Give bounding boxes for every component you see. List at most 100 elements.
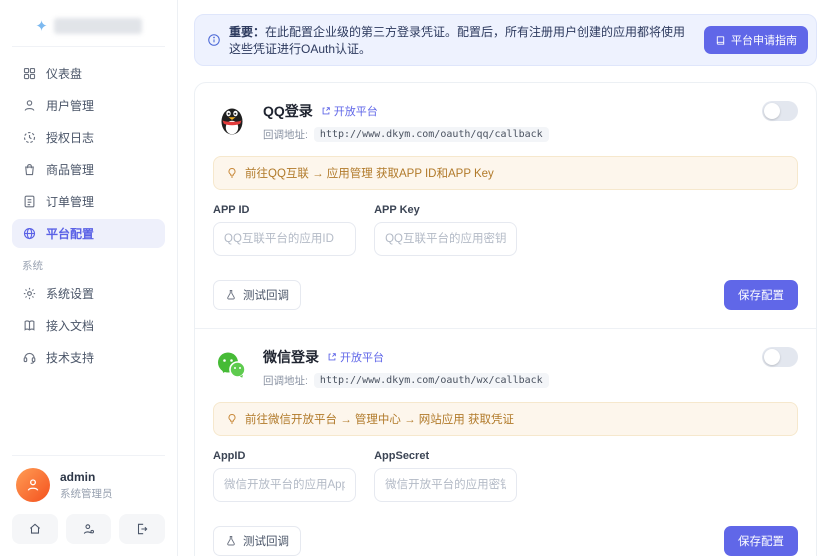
sidebar-item-label: 技术支持: [46, 351, 95, 365]
user-name: admin: [60, 469, 96, 484]
sidebar-item-label: 授权日志: [46, 131, 95, 145]
callback-url: http://www.dkym.com/oauth/wx/callback: [313, 373, 549, 388]
platform-config-icon: [23, 227, 36, 240]
open-platform-label: 开放平台: [333, 106, 378, 118]
wechat-icon: [213, 347, 251, 385]
user-card: admin 系统管理员: [12, 468, 165, 514]
flask-icon: [227, 290, 235, 300]
logout-button[interactable]: [119, 514, 166, 544]
tip-text: 前往QQ互联 → 应用管理 获取APP ID和APP Key: [245, 168, 494, 180]
banner-text: 重要：在此配置企业级的第三方登录凭证。配置后，所有注册用户创建的应用都将使用这些…: [229, 23, 696, 57]
external-link-icon: [322, 107, 330, 115]
section-title: QQ登录: [263, 103, 313, 119]
sidebar-footer-buttons: [12, 514, 166, 544]
auth-log-icon: [23, 131, 36, 144]
nav-section-label: 系统: [22, 260, 43, 272]
info-icon: [208, 34, 220, 46]
home-button[interactable]: [12, 514, 58, 544]
sidebar: ✦ 仪表盘 用户管理 授权日志 商品管理 订单管理 平台配置 系统 系统设置 接…: [0, 0, 178, 556]
toggle-knob: [764, 103, 780, 119]
orders-icon: [24, 195, 35, 208]
logo-text-redacted: [53, 18, 142, 34]
appid-input[interactable]: [213, 468, 357, 502]
wechat-enable-toggle[interactable]: [762, 347, 798, 367]
sidebar-item-label: 订单管理: [46, 195, 95, 209]
flask-icon: [227, 536, 235, 546]
qq-tip-box: 前往QQ互联 → 应用管理 获取APP ID和APP Key: [213, 156, 798, 190]
test-callback-button[interactable]: 测试回调: [213, 526, 301, 556]
test-callback-button[interactable]: 测试回调: [213, 280, 301, 310]
callback-label: 回调地址:: [263, 129, 308, 141]
sidebar-item-auth-log[interactable]: 授权日志: [12, 123, 165, 152]
sidebar-item-label: 仪表盘: [46, 67, 83, 81]
qq-penguin-icon: [213, 101, 251, 139]
banner-message: 在此配置企业级的第三方登录凭证。配置后，所有注册用户创建的应用都将使用这些凭证进…: [229, 25, 686, 56]
products-icon: [25, 163, 34, 176]
callback-url: http://www.dkym.com/oauth/qq/callback: [313, 127, 549, 142]
login-config-card: QQ登录 开放平台 回调地址: http://www.dkym.com/oaut…: [194, 82, 817, 556]
toggle-knob: [764, 349, 780, 365]
sidebar-item-label: 接入文档: [46, 319, 95, 333]
sidebar-item-dashboard[interactable]: 仪表盘: [12, 59, 165, 88]
support-icon: [23, 352, 36, 364]
open-platform-link[interactable]: 开放平台: [327, 349, 384, 365]
external-link-icon: [328, 353, 336, 361]
user-block: admin 系统管理员: [12, 455, 166, 544]
sidebar-item-docs[interactable]: 接入文档: [12, 311, 165, 340]
lightbulb-icon: [228, 167, 236, 178]
sidebar-item-label: 商品管理: [46, 163, 95, 177]
test-callback-label: 测试回调: [243, 290, 289, 302]
sidebar-item-support[interactable]: 技术支持: [12, 343, 165, 372]
app-id-input[interactable]: [213, 222, 357, 256]
user-gear-icon: [83, 524, 94, 534]
sidebar-nav: 仪表盘 用户管理 授权日志 商品管理 订单管理 平台配置 系统 系统设置 接入文…: [12, 59, 165, 375]
app-key-input[interactable]: [374, 222, 518, 256]
field-label: APP ID: [213, 204, 250, 216]
settings-icon: [23, 287, 36, 300]
qq-login-section: QQ登录 开放平台 回调地址: http://www.dkym.com/oaut…: [195, 83, 816, 328]
sidebar-item-products[interactable]: 商品管理: [12, 155, 165, 184]
open-platform-label: 开放平台: [340, 352, 384, 364]
user-role: 系统管理员: [60, 487, 113, 500]
sidebar-item-label: 系统设置: [46, 287, 95, 301]
platform-guide-label: 平台申请指南: [731, 35, 797, 47]
appsecret-input[interactable]: [374, 468, 518, 502]
section-title: 微信登录: [263, 349, 319, 365]
field-appsecret: AppSecret: [374, 450, 518, 502]
field-label: AppSecret: [374, 450, 430, 462]
user-avatar-icon: [27, 479, 39, 491]
field-label: AppID: [213, 450, 246, 462]
save-config-button[interactable]: 保存配置: [724, 526, 798, 556]
profile-button[interactable]: [65, 514, 112, 544]
open-platform-link[interactable]: 开放平台: [321, 103, 378, 119]
wechat-login-section: 微信登录 开放平台 回调地址: http://www.dkym.com/oaut…: [195, 328, 816, 556]
sidebar-item-orders[interactable]: 订单管理: [12, 187, 165, 216]
qq-enable-toggle[interactable]: [762, 101, 798, 121]
lightbulb-icon: [228, 413, 236, 424]
guide-book-icon: [716, 35, 725, 45]
field-app-key: APP Key: [374, 204, 518, 256]
sidebar-item-label: 用户管理: [46, 99, 95, 113]
important-banner: 重要：在此配置企业级的第三方登录凭证。配置后，所有注册用户创建的应用都将使用这些…: [194, 14, 817, 66]
save-config-button[interactable]: 保存配置: [724, 280, 798, 310]
logo: ✦: [12, 14, 165, 47]
field-app-id: APP ID: [213, 204, 357, 256]
field-label: APP Key: [374, 204, 420, 216]
sidebar-item-platform-config[interactable]: 平台配置: [12, 219, 165, 248]
logout-icon: [138, 523, 148, 535]
tip-text: 前往微信开放平台 → 管理中心 → 网站应用 获取凭证: [245, 414, 514, 426]
callback-label: 回调地址:: [263, 375, 308, 387]
banner-important-label: 重要：: [229, 25, 266, 39]
logo-star-icon: ✦: [35, 17, 48, 35]
main-content: 重要：在此配置企业级的第三方登录凭证。配置后，所有注册用户创建的应用都将使用这些…: [178, 0, 833, 556]
home-icon: [29, 523, 40, 534]
sidebar-item-users[interactable]: 用户管理: [12, 91, 165, 120]
field-appid: AppID: [213, 450, 357, 502]
test-callback-label: 测试回调: [243, 536, 289, 548]
sidebar-item-system-settings[interactable]: 系统设置: [12, 279, 165, 308]
docs-icon: [24, 320, 35, 331]
users-icon: [24, 100, 35, 111]
dashboard-icon: [23, 67, 36, 80]
sidebar-item-label: 平台配置: [46, 227, 95, 241]
platform-guide-button[interactable]: 平台申请指南: [704, 26, 808, 54]
